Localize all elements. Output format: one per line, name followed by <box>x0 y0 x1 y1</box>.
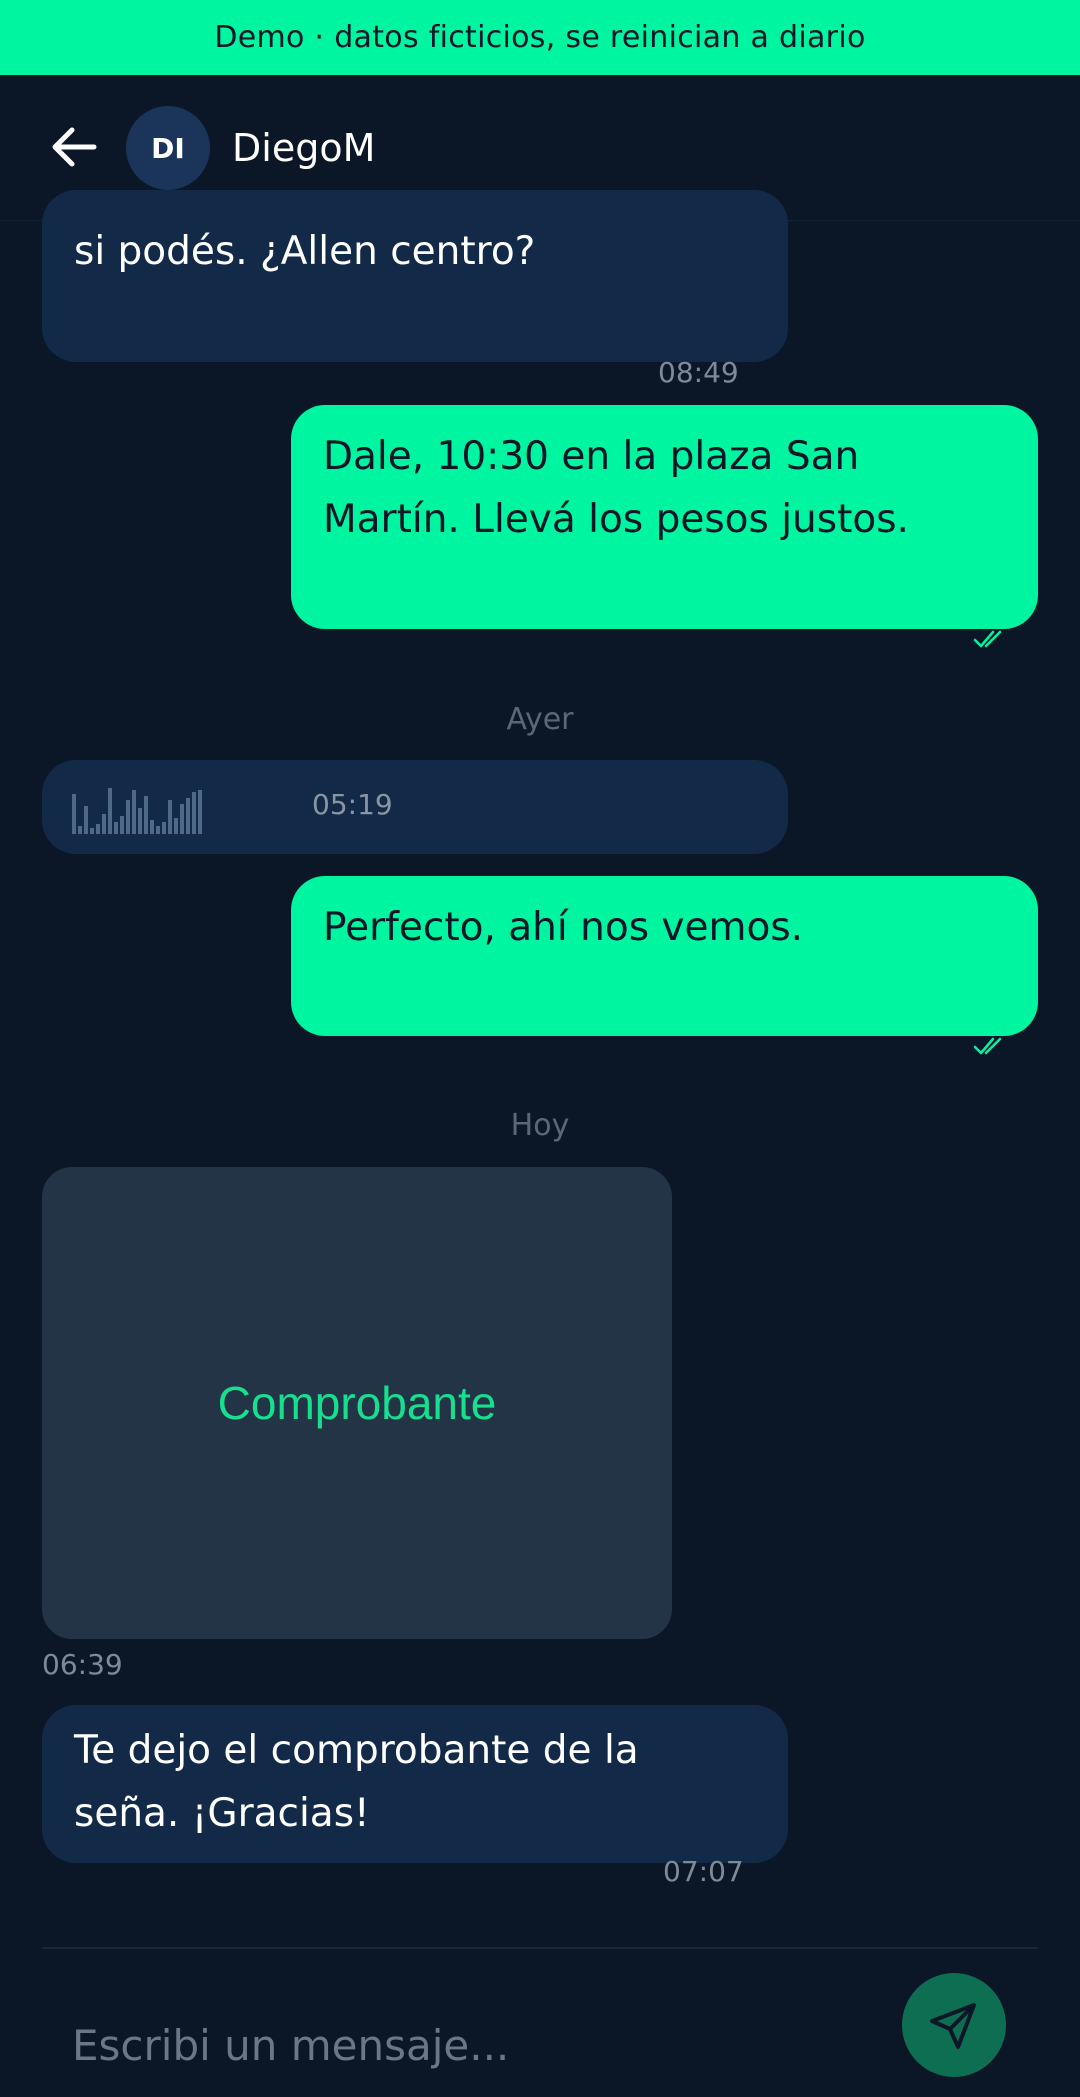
day-separator: Ayer <box>506 702 574 737</box>
demo-banner-text: Demo · datos ficticios, se reinician a d… <box>214 20 866 55</box>
avatar[interactable]: DI <box>126 106 210 190</box>
image-message[interactable]: Comprobante <box>42 1167 672 1639</box>
message-text: Dale, 10:30 en la plaza San Martín. Llev… <box>323 434 909 542</box>
day-separator: Hoy <box>510 1108 570 1143</box>
message-incoming[interactable]: Te dejo el comprobante de la seña. ¡Grac… <box>42 1705 788 1863</box>
message-text: Te dejo el comprobante de la seña. ¡Grac… <box>74 1728 639 1836</box>
send-icon <box>930 2003 976 2049</box>
message-text: Perfecto, ahí nos vemos. <box>323 905 804 950</box>
image-label: Comprobante <box>217 1377 497 1429</box>
message-incoming[interactable]: si podés. ¿Allen centro? <box>42 190 788 362</box>
demo-banner: Demo · datos ficticios, se reinician a d… <box>0 0 1080 75</box>
message-time: 06:39 <box>42 1648 123 1681</box>
voice-message[interactable]: 05:19 <box>42 760 788 854</box>
message-time: 07:07 <box>663 1855 744 1888</box>
contact-name[interactable]: DiegoM <box>232 123 375 173</box>
arrow-left-icon[interactable] <box>48 121 100 173</box>
message-time: 05:19 <box>312 788 393 821</box>
message-text: si podés. ¿Allen centro? <box>74 229 536 274</box>
composer <box>42 1947 1038 2097</box>
message-outgoing[interactable]: Perfecto, ahí nos vemos. <box>291 876 1038 1036</box>
message-time: 08:49 <box>658 356 739 389</box>
send-button[interactable] <box>902 1973 1006 2077</box>
message-input[interactable] <box>72 2015 872 2075</box>
message-outgoing[interactable]: Dale, 10:30 en la plaza San Martín. Llev… <box>291 405 1038 629</box>
avatar-initials: DI <box>151 131 185 165</box>
waveform-icon <box>72 788 202 834</box>
double-check-icon <box>973 1037 1002 1055</box>
double-check-icon <box>973 630 1002 648</box>
